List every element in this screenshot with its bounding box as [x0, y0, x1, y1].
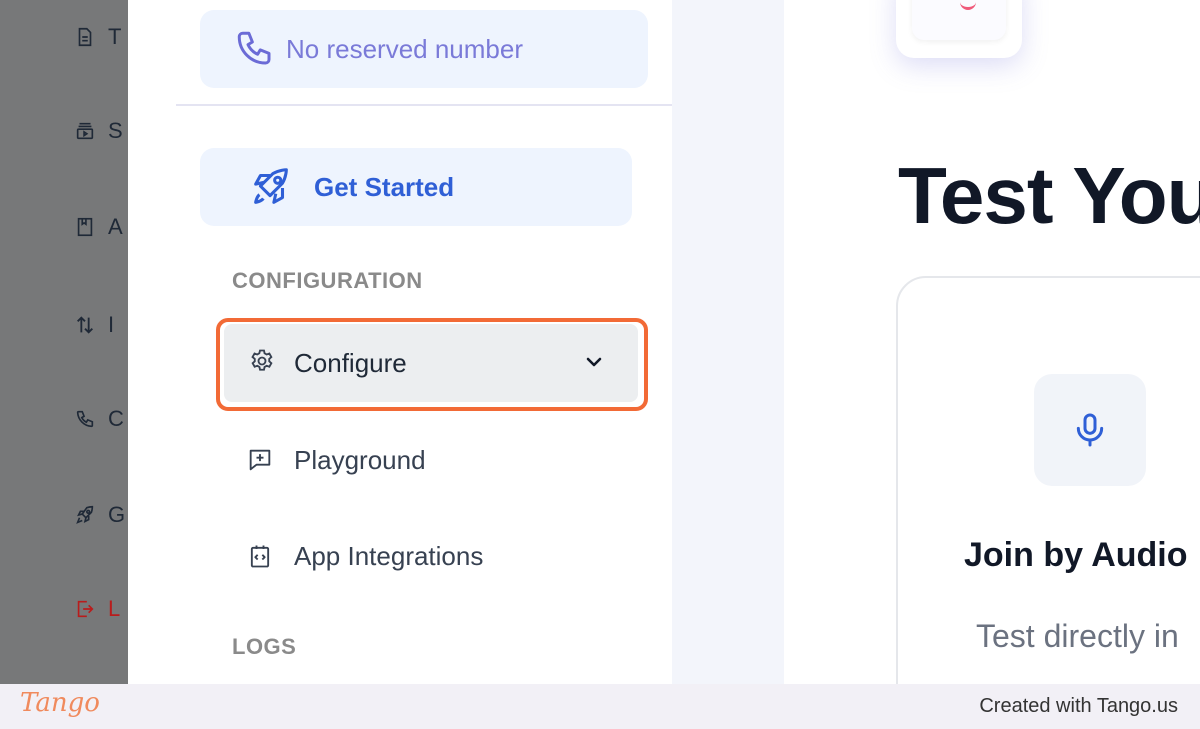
section-label-logs: LOGS [232, 634, 297, 659]
mic-button[interactable] [1034, 374, 1146, 486]
app-integrations-menu-item[interactable]: App Integrations [246, 536, 483, 576]
rail-item-get-started[interactable]: G [74, 500, 128, 530]
section-label-configuration: CONFIGURATION [232, 268, 423, 293]
rail-item-media[interactable]: S [74, 116, 128, 146]
media-stack-icon [76, 122, 94, 140]
rail-item-book[interactable]: A [74, 212, 128, 242]
book-icon [77, 217, 93, 237]
playground-label: Playground [294, 444, 426, 475]
main-content: Test You Join by Audio Test directly in [784, 0, 1200, 684]
chat-plus-icon [249, 449, 271, 471]
gear-icon [248, 347, 276, 380]
rail-item-label: L [108, 596, 121, 621]
app-logo-tile [896, 0, 1022, 58]
content-gutter [672, 0, 784, 684]
document-icon [78, 27, 92, 47]
logo-mark-icon [960, 0, 976, 10]
rail-item-transfer[interactable]: I [74, 310, 128, 340]
divider [176, 104, 672, 106]
configure-label: Configure [294, 347, 407, 378]
rocket-icon [76, 505, 94, 524]
app-logo [912, 0, 1006, 40]
get-started-button[interactable]: Get Started [200, 148, 632, 226]
logout-icon [77, 600, 94, 618]
tango-logo: Tango [20, 688, 100, 718]
rail-item-document[interactable]: T [74, 22, 128, 52]
rail-item-logout[interactable]: L [74, 594, 128, 624]
rail-item-label: T [108, 24, 122, 49]
get-started-label: Get Started [314, 171, 455, 202]
microphone-icon [1076, 413, 1104, 447]
page-title: Test You [898, 151, 1200, 240]
reserved-number-button[interactable]: No reserved number [200, 10, 648, 88]
up-down-arrows-icon [77, 316, 93, 334]
footer-credit: Created with Tango.us [979, 695, 1178, 717]
nav-rail: T S A I C G L [0, 0, 128, 684]
app-integrations-label: App Integrations [294, 540, 484, 571]
rail-item-label: A [108, 214, 123, 239]
sidebar-panel: No reserved number Get Started CONFIGURA… [128, 0, 672, 684]
phone-icon [76, 410, 94, 428]
rocket-icon [254, 168, 288, 204]
rail-item-label: I [108, 312, 115, 337]
code-box-icon [250, 545, 270, 568]
phone-icon [237, 31, 271, 65]
join-by-audio-card[interactable]: Join by Audio Test directly in [896, 276, 1200, 684]
rail-item-label: S [108, 118, 123, 143]
rail-item-label: C [108, 406, 124, 431]
rail-item-label: G [108, 502, 126, 527]
reserved-number-label: No reserved number [286, 33, 523, 64]
card-title: Join by Audio [964, 536, 1188, 574]
card-description: Test directly in [976, 618, 1179, 654]
rail-item-calls[interactable]: C [74, 404, 128, 434]
playground-menu-item[interactable]: Playground [246, 440, 426, 480]
chevron-down-icon[interactable] [582, 350, 606, 374]
footer-bar: Tango Created with Tango.us [0, 684, 1200, 729]
configure-menu-item[interactable]: Configure [224, 324, 638, 402]
